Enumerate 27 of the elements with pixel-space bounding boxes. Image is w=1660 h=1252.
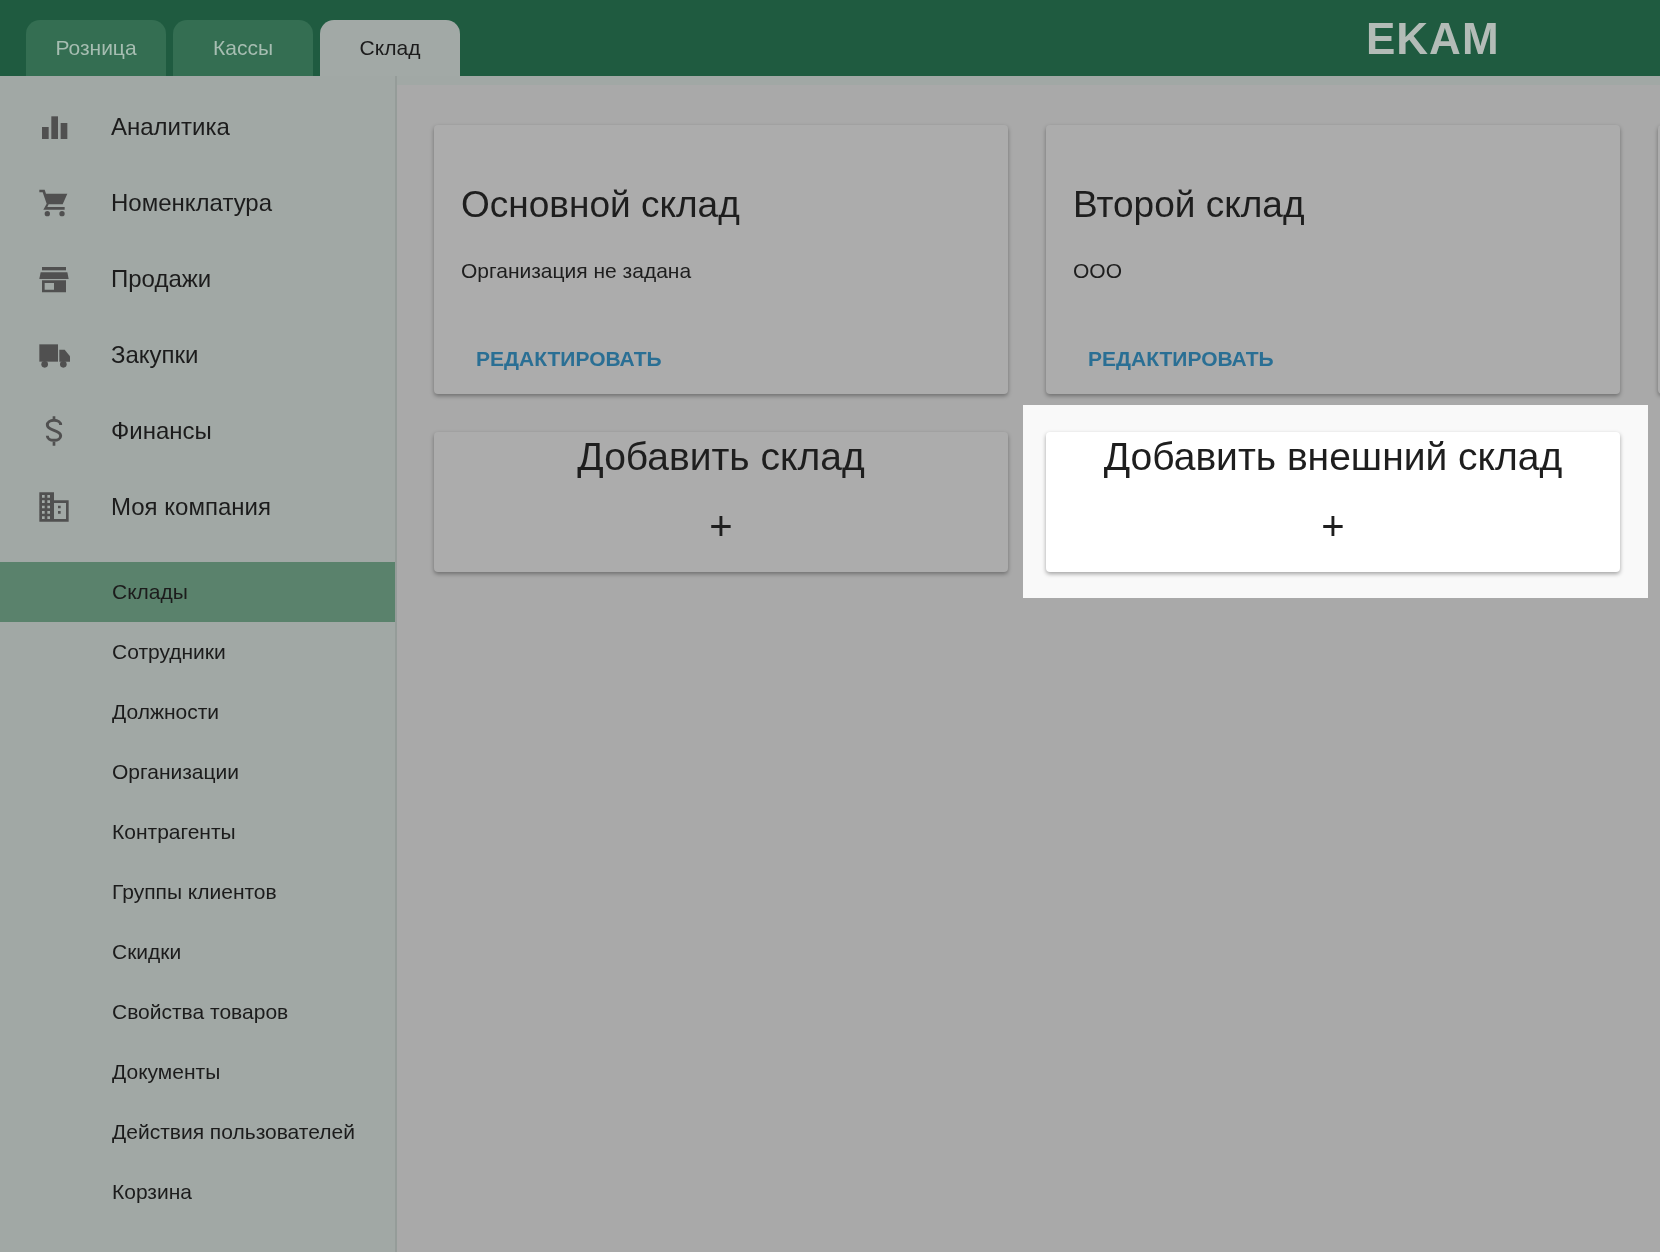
nav-item[interactable]: Номенклатура [111, 185, 273, 221]
tab[interactable]: Склад [320, 20, 460, 76]
submenu-item[interactable]: Действия пользователей [0, 1102, 395, 1162]
submenu-item[interactable]: Склады [0, 562, 395, 622]
nav-item[interactable]: Аналитика [111, 109, 230, 145]
nav-item[interactable]: Финансы [111, 413, 212, 449]
nav-item[interactable]: Продажи [111, 261, 212, 297]
submenu-item[interactable]: Скидки [0, 922, 395, 982]
submenu-item[interactable]: Документы [0, 1042, 395, 1102]
card-title: Основной склад [461, 183, 740, 227]
add-warehouse-card[interactable]: Добавить внешний склад + [1046, 432, 1620, 572]
submenu-item[interactable]: Группы клиентов [0, 862, 395, 922]
nav-item[interactable]: Моя компания [111, 489, 271, 525]
submenu-item[interactable]: Организации [0, 742, 395, 802]
building-icon [38, 491, 70, 523]
logo: EKAM [1366, 17, 1500, 61]
add-warehouse-card[interactable]: Добавить склад + [434, 432, 1008, 572]
submenu-item[interactable]: Должности [0, 682, 395, 742]
organization-text: ООО [1073, 258, 1122, 284]
submenu-item[interactable]: Контрагенты [0, 802, 395, 862]
submenu-item[interactable]: Корзина [0, 1162, 395, 1222]
card-title: Второй склад [1073, 183, 1305, 227]
submenu-item[interactable]: Сотрудники [0, 622, 395, 682]
cart-icon [38, 187, 70, 219]
nav-item[interactable]: Закупки [111, 337, 199, 373]
organization-text: Организация не задана [461, 258, 692, 284]
submenu-item[interactable]: Свойства товаров [0, 982, 395, 1042]
